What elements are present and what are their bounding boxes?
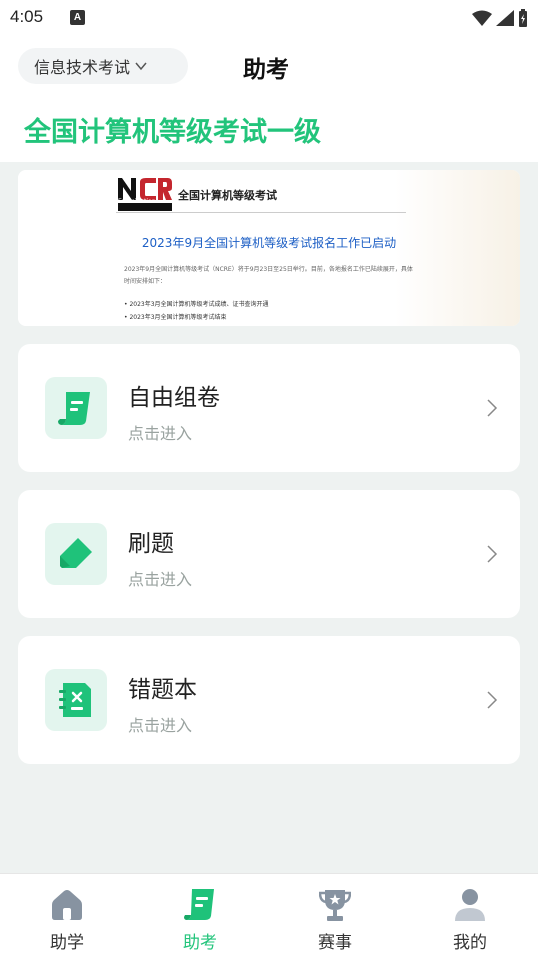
scroll-icon	[58, 392, 90, 425]
exam-type-label: 信息技术考试	[34, 58, 131, 77]
nav-item-exam[interactable]: 助考	[150, 874, 250, 958]
banner-body: 2023年9月全国计算机等级考试（NCRE）将于9月23日至25日举行。目前，各…	[124, 266, 413, 285]
exam-type-dropdown[interactable]: 信息技术考试	[18, 48, 188, 84]
card-subtitle: 点击进入	[128, 570, 193, 589]
free-paper-card[interactable]: 自由组卷 点击进入	[18, 344, 520, 472]
nav-label: 助考	[183, 933, 217, 953]
person-icon	[455, 889, 485, 921]
nav-label: 助学	[50, 933, 84, 953]
card-icon-container	[45, 377, 107, 439]
banner-brand-name: 全国计算机等级考试	[178, 189, 277, 202]
chevron-right-icon	[487, 545, 498, 563]
logo-caption: Examination	[118, 198, 156, 205]
chevron-right-icon	[487, 399, 498, 417]
home-icon	[52, 890, 82, 920]
card-title: 刷题	[128, 531, 174, 557]
header: 信息技术考试 助考 全国计算机等级考试一级	[0, 36, 538, 162]
chevron-down-icon	[135, 62, 147, 71]
status-icons	[472, 8, 528, 28]
wrong-notebook-card[interactable]: 错题本 点击进入	[18, 636, 520, 764]
trophy-icon	[319, 890, 351, 921]
nav-item-study[interactable]: 助学	[17, 874, 117, 958]
status-time: 4:05	[10, 7, 44, 26]
card-title: 错题本	[128, 677, 197, 703]
banner-bullets: • 2023年3月全国计算机等级考试成绩、证书查询开通 • 2023年3月全国计…	[124, 298, 269, 324]
banner-divider	[116, 212, 406, 213]
wrong-notebook-icon	[59, 683, 91, 717]
battery-icon	[519, 9, 527, 27]
bottom-nav: 助学 助考 赛事 我的	[0, 873, 538, 958]
card-subtitle: 点击进入	[128, 424, 193, 443]
nav-item-mine[interactable]: 我的	[420, 874, 520, 958]
signal-icon	[496, 10, 514, 26]
card-icon-container	[45, 669, 107, 731]
practice-card[interactable]: 刷题 点击进入	[18, 490, 520, 618]
wifi-icon	[472, 10, 492, 26]
banner-bullet: • 2023年3月全国计算机等级考试成绩、证书查询开通	[124, 301, 269, 308]
card-icon-container	[45, 523, 107, 585]
nav-label: 赛事	[318, 933, 352, 953]
news-banner[interactable]: 全国计算机等级考试 Examination 2023年9月全国计算机等级考试报名…	[18, 170, 520, 326]
chevron-right-icon	[487, 691, 498, 709]
status-bar: 4:05 A	[0, 0, 538, 36]
nav-item-contest[interactable]: 赛事	[285, 874, 385, 958]
notification-icon: A	[70, 10, 85, 25]
card-subtitle: 点击进入	[128, 716, 193, 735]
nav-label: 我的	[453, 933, 487, 953]
page-title: 助考	[243, 57, 289, 83]
banner-headline: 2023年9月全国计算机等级考试报名工作已启动	[141, 236, 397, 250]
banner-bullet: • 2023年3月全国计算机等级考试结束	[124, 314, 227, 321]
eraser-icon	[60, 538, 92, 568]
card-title: 自由组卷	[128, 385, 220, 411]
subject-title: 全国计算机等级考试一级	[24, 117, 321, 148]
ncre-logo	[118, 178, 172, 211]
banner-image: 全国计算机等级考试 Examination 2023年9月全国计算机等级考试报名…	[18, 170, 520, 326]
scroll-icon	[184, 889, 214, 920]
